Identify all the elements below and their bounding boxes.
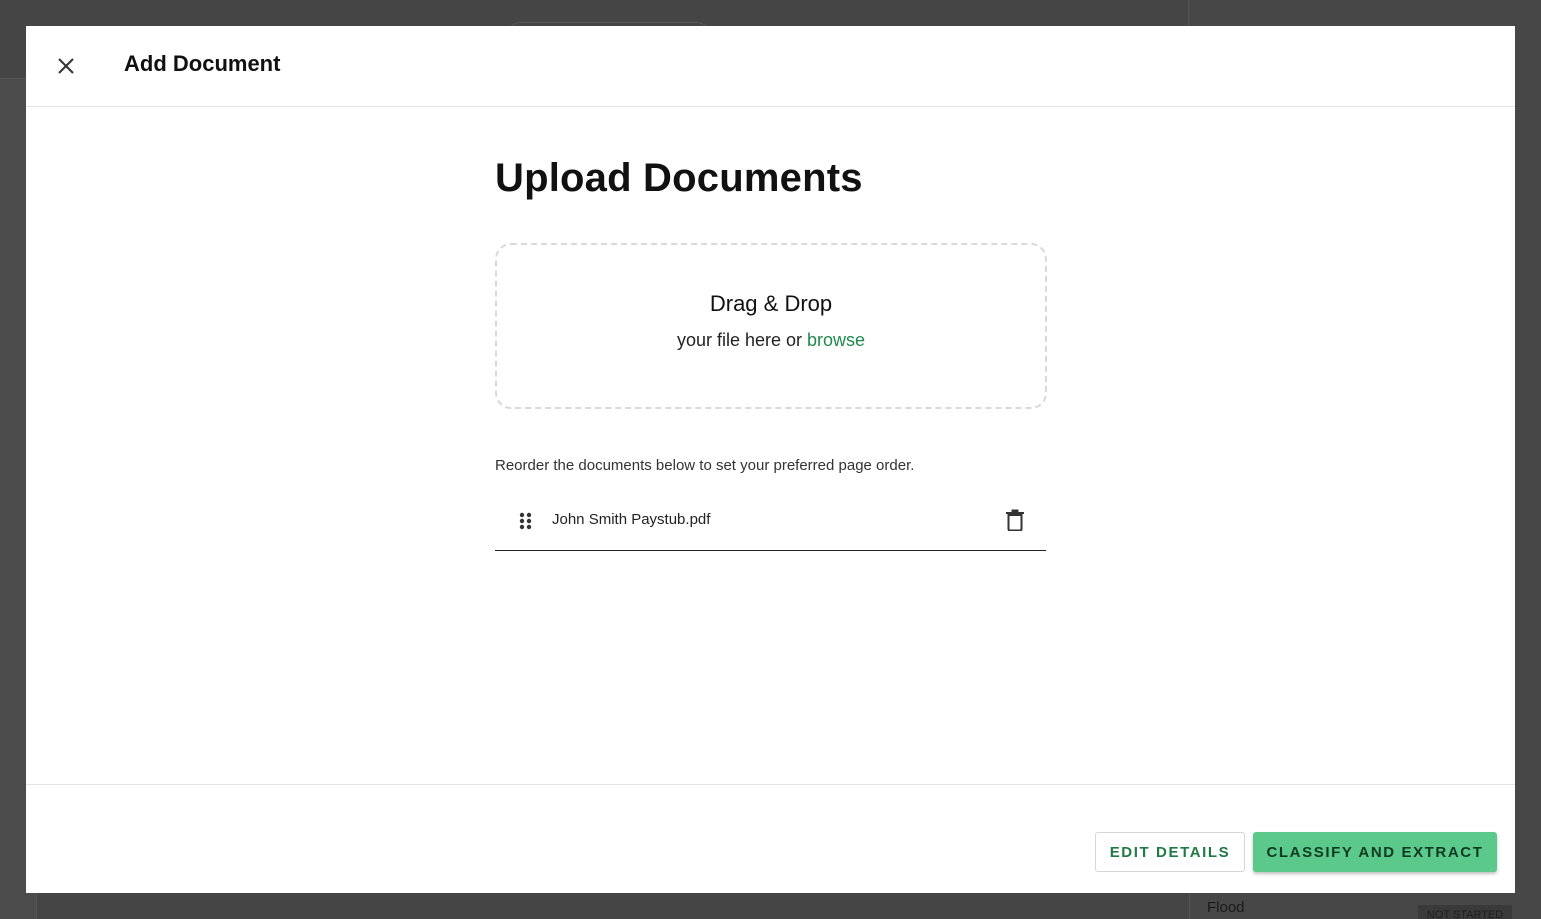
file-dropzone[interactable]: Drag & Drop your file here or browse bbox=[495, 243, 1047, 409]
close-button[interactable] bbox=[52, 52, 80, 80]
document-name: John Smith Paystub.pdf bbox=[552, 511, 711, 528]
modal-footer: EDIT DETAILS CLASSIFY AND EXTRACT bbox=[26, 784, 1515, 894]
modal-title: Add Document bbox=[124, 51, 281, 76]
background-status-badge: NOT STARTED bbox=[1418, 905, 1512, 919]
edit-details-button[interactable]: EDIT DETAILS bbox=[1095, 832, 1245, 872]
dropzone-subtitle: your file here or browse bbox=[677, 330, 865, 351]
modal-header: Add Document bbox=[26, 26, 1515, 107]
upload-section: Upload Documents Drag & Drop your file h… bbox=[495, 156, 1047, 551]
trash-icon bbox=[1006, 509, 1024, 531]
dropzone-title: Drag & Drop bbox=[709, 291, 833, 316]
background-footer bbox=[36, 893, 1190, 919]
page-title: Upload Documents bbox=[495, 156, 863, 200]
background-flood-label: Flood bbox=[1207, 899, 1245, 916]
browse-link[interactable]: browse bbox=[807, 330, 865, 350]
document-list-item[interactable]: John Smith Paystub.pdf bbox=[495, 492, 1046, 551]
delete-document-button[interactable] bbox=[1003, 508, 1027, 532]
classify-and-extract-button[interactable]: CLASSIFY AND EXTRACT bbox=[1253, 832, 1497, 872]
dropzone-text: your file here or bbox=[676, 330, 802, 350]
add-document-modal: Add Document Upload Documents Drag & Dro… bbox=[26, 26, 1515, 893]
drag-handle-icon[interactable] bbox=[519, 512, 533, 530]
close-icon bbox=[58, 58, 74, 74]
reorder-hint: Reorder the documents below to set your … bbox=[495, 457, 915, 474]
